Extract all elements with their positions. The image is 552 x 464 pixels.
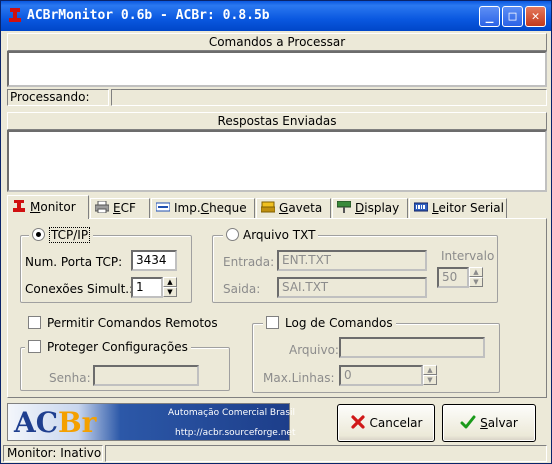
tcp-radio-label: TCP/IP [49,227,91,243]
main-window: ACBrMonitor 0.6b - ACBr: 0.8.5b _ □ ✕ Co… [0,0,552,464]
processing-row: Processando: [7,89,547,106]
title-bar[interactable]: ACBrMonitor 0.6b - ACBr: 0.8.5b _ □ ✕ [1,1,551,31]
maximize-button[interactable]: □ [502,6,523,27]
acbr-app-icon [9,8,21,22]
protect-checkbox[interactable]: Proteger Configurações [25,340,191,354]
txt-output-field[interactable]: SAI.TXT [277,277,427,298]
spin-up-icon[interactable]: ▲ [469,267,483,277]
responses-header: Respostas Enviadas [7,112,547,130]
spin-up-icon[interactable]: ▲ [163,277,177,287]
barcode-reader-icon [414,202,428,212]
tcp-radio-button[interactable] [32,228,45,241]
log-checkbox[interactable]: Log de Comandos [263,316,396,330]
spin-down-icon[interactable]: ▼ [163,287,177,297]
tab-leitor-serial[interactable]: Leitor Serial [409,198,507,219]
tcp-radio[interactable]: TCP/IP [29,227,94,243]
tab-ecf[interactable]: ECF [90,198,150,219]
logo-text: ACBr [14,406,97,439]
checkmark-icon [460,415,476,429]
status-bar: Monitor: Inativo [3,445,549,463]
cash-drawer-icon [261,201,275,213]
status-extra [105,445,547,462]
commands-header: Comandos a Processar [7,33,547,51]
txt-radio[interactable]: Arquivo TXT [223,228,319,242]
txt-output-label: Saida: [223,282,261,296]
protect-group: Proteger Configurações Senha: [20,340,230,391]
logo-caption: Automação Comercial Brasil [168,408,296,418]
max-lines-spinner[interactable]: ▲ ▼ [423,365,437,386]
acbr-icon [13,200,25,212]
tab-imp-cheque[interactable]: Imp.Cheque [151,198,255,219]
connections-label: Conexões Simult.: [25,282,134,296]
close-button[interactable]: ✕ [525,6,546,27]
protect-check-icon[interactable] [28,340,41,353]
status-text: Monitor: Inativo [3,445,103,462]
txt-input-label: Entrada: [223,255,275,269]
max-lines-input[interactable]: 0 [339,365,423,386]
remote-commands-checkbox[interactable]: Permitir Comandos Remotos [28,316,218,330]
spin-down-icon[interactable]: ▼ [423,375,437,385]
tcp-group: TCP/IP Num. Porta TCP: 3434 Conexões Sim… [20,227,192,303]
log-check-icon[interactable] [266,316,279,329]
interval-spinner[interactable]: ▲ ▼ [469,267,483,288]
display-icon [337,201,351,213]
txt-radio-label: Arquivo TXT [243,228,316,242]
tab-gaveta[interactable]: Gaveta [256,198,331,219]
spin-up-icon[interactable]: ▲ [423,365,437,375]
connections-input[interactable]: 1 [131,277,163,298]
max-lines-label: Max.Linhas: [263,371,335,385]
log-group: Log de Comandos Arquivo: Max.Linhas: 0 ▲… [252,316,500,393]
txt-radio-button[interactable] [226,228,239,241]
tab-monitor[interactable]: Monitor [7,195,89,219]
window-title: ACBrMonitor 0.6b - ACBr: 0.8.5b [27,8,270,23]
tcp-port-label: Num. Porta TCP: [25,255,123,269]
password-label: Senha: [49,371,91,385]
processing-value [111,89,547,106]
minimize-button[interactable]: _ [479,6,500,27]
processing-label: Processando: [7,89,109,106]
log-file-label: Arquivo: [289,343,339,357]
tab-display[interactable]: Display [332,198,408,219]
remote-commands-check-icon[interactable] [28,316,41,329]
txt-input-field[interactable]: ENT.TXT [277,250,427,271]
responses-memo[interactable] [7,130,547,192]
connections-spinner[interactable]: ▲ ▼ [163,277,177,298]
logo-url[interactable]: http://acbr.sourceforge.net [175,428,295,438]
acbr-logo: ACBr Automação Comercial Brasil http://a… [7,403,295,441]
cheque-icon [156,202,170,212]
commands-memo[interactable] [7,51,547,87]
interval-input[interactable]: 50 [437,267,469,288]
password-input[interactable] [93,365,199,386]
tab-bar: Monitor ECF Imp.Cheque Gaveta Display Le… [7,195,547,219]
interval-label: Intervalo [441,249,495,263]
monitor-tab-panel: TCP/IP Num. Porta TCP: 3434 Conexões Sim… [7,218,547,398]
log-file-input[interactable] [339,337,485,358]
cancel-button[interactable]: Cancelar [337,404,435,442]
spin-down-icon[interactable]: ▼ [469,277,483,287]
save-button[interactable]: Salvar [442,404,536,442]
cancel-icon [350,415,365,429]
printer-icon [95,201,109,213]
txt-group: Arquivo TXT Entrada: ENT.TXT Saida: SAI.… [212,228,498,303]
tcp-port-input[interactable]: 3434 [131,250,177,271]
